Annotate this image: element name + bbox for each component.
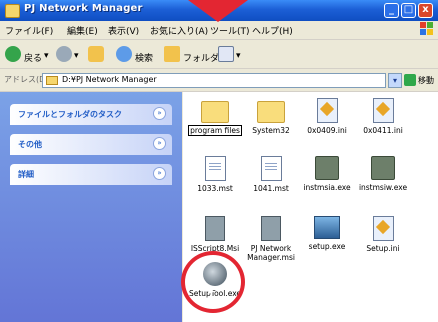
highlight-arrow-icon	[188, 0, 248, 22]
close-button[interactable]: x	[418, 3, 433, 18]
go-arrow-icon[interactable]	[404, 74, 416, 86]
forward-dropdown-icon[interactable]: ▾	[74, 51, 79, 61]
panel-details[interactable]: 詳細 »	[10, 164, 172, 185]
folder-icon	[5, 4, 20, 18]
file-name: System32	[252, 126, 290, 135]
file-item[interactable]: 1041.mst	[241, 156, 301, 193]
search-icon[interactable]	[116, 46, 132, 62]
folder-icon	[201, 101, 229, 123]
forward-arrow-icon[interactable]	[56, 46, 72, 62]
chevron-down-icon[interactable]: »	[153, 137, 166, 150]
settings-file-icon	[372, 216, 394, 241]
file-item[interactable]: System32	[241, 98, 301, 135]
back-arrow-icon[interactable]	[5, 46, 21, 62]
menu-file[interactable]: ファイル(F)	[5, 24, 53, 37]
menu-tools[interactable]: ツール(T)	[210, 24, 250, 37]
file-item[interactable]: instmsia.exe	[297, 156, 357, 192]
file-name: 1041.mst	[253, 184, 289, 193]
file-name: 1033.mst	[197, 184, 233, 193]
go-button-label[interactable]: 移動	[418, 75, 434, 86]
setup-program-icon	[314, 216, 340, 239]
file-name: instmsiw.exe	[358, 183, 408, 192]
folder-icon	[257, 101, 285, 123]
up-folder-icon[interactable]	[88, 46, 104, 62]
panel-label: ファイルとフォルダのタスク	[18, 110, 122, 119]
file-name: program files	[188, 125, 242, 136]
document-icon	[204, 156, 226, 181]
file-item[interactable]: PJ Network Manager.msi	[241, 216, 301, 262]
task-pane: ファイルとフォルダのタスク » その他 » 詳細 »	[0, 92, 182, 322]
file-name: setup.exe	[308, 242, 346, 251]
menu-view[interactable]: 表示(V)	[108, 24, 139, 37]
panel-other-places[interactable]: その他 »	[10, 134, 172, 155]
folders-icon[interactable]	[164, 46, 180, 62]
document-icon	[260, 156, 282, 181]
file-name: instmsia.exe	[303, 183, 351, 192]
msi-package-icon	[205, 216, 225, 241]
file-name: PJ Network Manager.msi	[247, 244, 295, 262]
settings-file-icon	[372, 98, 394, 123]
menu-bar: ファイル(F) 編集(E) 表示(V) お気に入り(A) ツール(T) ヘルプ(…	[0, 21, 438, 40]
installer-icon	[315, 156, 339, 180]
views-dropdown-icon[interactable]: ▾	[236, 51, 241, 61]
panel-file-folder-tasks[interactable]: ファイルとフォルダのタスク »	[10, 104, 172, 125]
panel-label: 詳細	[18, 170, 34, 179]
settings-file-icon	[316, 98, 338, 123]
installer-icon	[371, 156, 395, 180]
file-item[interactable]: program files	[185, 98, 245, 136]
file-item[interactable]: ISScript8.Msi	[185, 216, 245, 253]
chevron-down-icon[interactable]: »	[153, 107, 166, 120]
file-item[interactable]: 1033.mst	[185, 156, 245, 193]
back-dropdown-icon[interactable]: ▾	[44, 51, 49, 61]
maximize-button[interactable]: □	[401, 3, 416, 18]
menu-favorites[interactable]: お気に入り(A)	[150, 24, 208, 37]
search-button-label[interactable]: 検索	[135, 51, 153, 64]
file-item[interactable]: 0x0411.ini	[353, 98, 413, 135]
minimize-button[interactable]: _	[384, 3, 399, 18]
panel-label: その他	[18, 140, 42, 149]
folder-icon	[46, 76, 58, 85]
highlight-circle	[181, 251, 245, 313]
msi-package-icon	[261, 216, 281, 241]
file-item[interactable]: 0x0409.ini	[297, 98, 357, 135]
file-name: 0x0409.ini	[307, 126, 347, 135]
file-item[interactable]: Setup.ini	[353, 216, 413, 253]
menu-edit[interactable]: 編集(E)	[67, 24, 98, 37]
file-name: Setup.ini	[366, 244, 400, 253]
file-name: 0x0411.ini	[363, 126, 403, 135]
folders-button-label[interactable]: フォルダ	[183, 51, 219, 64]
explorer-window: PJ Network Manager _ □ x ファイル(F) 編集(E) 表…	[0, 0, 438, 322]
views-icon[interactable]	[218, 46, 234, 62]
chevron-down-icon[interactable]: »	[153, 167, 166, 180]
back-button-label[interactable]: 戻る	[24, 51, 42, 64]
file-item[interactable]: instmsiw.exe	[353, 156, 413, 192]
menu-help[interactable]: ヘルプ(H)	[252, 24, 293, 37]
window-title: PJ Network Manager	[24, 3, 143, 14]
address-dropdown-icon[interactable]: ▾	[388, 73, 402, 88]
file-item[interactable]: setup.exe	[297, 216, 357, 251]
windows-logo-icon	[420, 22, 433, 35]
address-path: D:¥PJ Network Manager	[62, 75, 157, 84]
